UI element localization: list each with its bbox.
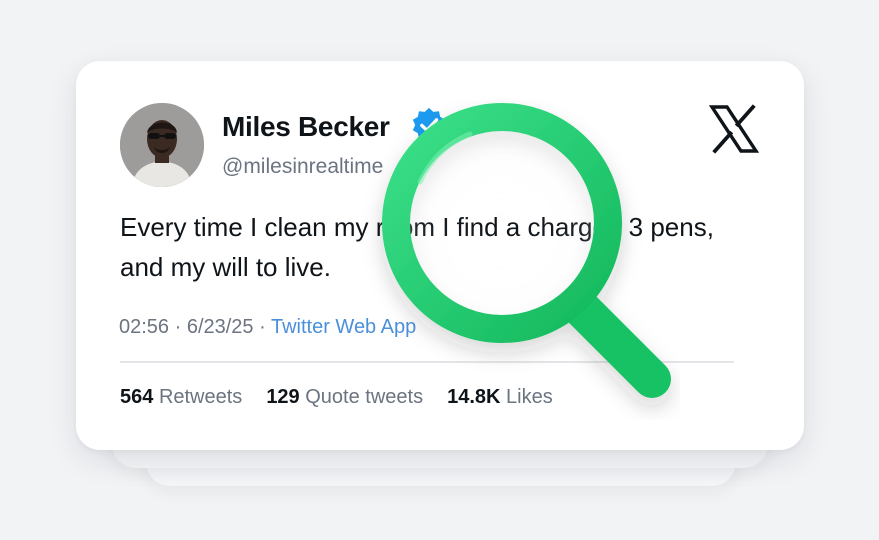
divider bbox=[120, 361, 734, 363]
tweet-source-link[interactable]: Twitter Web App bbox=[271, 316, 416, 338]
x-logo-icon[interactable] bbox=[709, 104, 759, 154]
quotes-label: Quote tweets bbox=[305, 386, 424, 408]
tweet-stats: 564 Retweets 129 Quote tweets 14.8K Like… bbox=[120, 386, 553, 409]
avatar[interactable] bbox=[120, 103, 204, 187]
tweet-card[interactable]: Miles Becker @milesinrealtime Every time… bbox=[76, 61, 804, 450]
likes-label: Likes bbox=[506, 386, 553, 408]
display-name[interactable]: Miles Becker bbox=[222, 111, 390, 143]
user-handle[interactable]: @milesinrealtime bbox=[222, 155, 383, 179]
retweets-label: Retweets bbox=[158, 386, 243, 408]
avatar-photo-icon bbox=[120, 103, 204, 187]
quotes-count: 129 bbox=[266, 386, 300, 408]
tweet-meta: 02:56 · 6/23/25 · Twitter Web App bbox=[119, 316, 416, 339]
quote-tweets-stat[interactable]: 129 Quote tweets bbox=[266, 386, 423, 409]
tweet-timestamp: 02:56 · 6/23/25 · bbox=[119, 316, 271, 338]
tweet-text: Every time I clean my room I find a char… bbox=[120, 212, 714, 282]
verified-badge-icon bbox=[412, 107, 446, 143]
retweets-stat[interactable]: 564 Retweets bbox=[120, 386, 242, 409]
likes-count: 14.8K bbox=[447, 386, 501, 408]
likes-stat[interactable]: 14.8K Likes bbox=[447, 386, 553, 409]
retweets-count: 564 bbox=[120, 386, 154, 408]
